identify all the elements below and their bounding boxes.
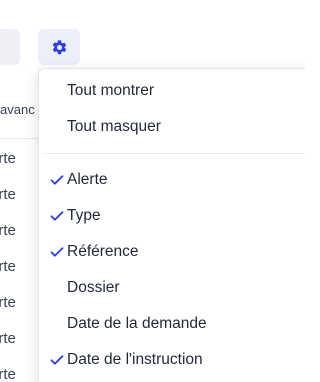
column-toggle-reference[interactable]: Référence: [39, 234, 305, 270]
menu-item-label: Dossier: [67, 279, 120, 296]
check-icon: [49, 208, 65, 224]
filter-input[interactable]: [0, 29, 20, 65]
show-all-item[interactable]: Tout montrer: [39, 73, 305, 109]
gear-icon: [51, 39, 68, 56]
table-header-cell: avanc: [0, 102, 35, 117]
table-cell: erte: [0, 150, 16, 167]
column-settings-button[interactable]: [38, 29, 80, 65]
check-icon: [49, 352, 65, 368]
table-cell: erte: [0, 222, 16, 239]
column-toggle-type[interactable]: Type: [39, 198, 305, 234]
menu-item-label: Type: [67, 207, 101, 224]
menu-item-label: Date de l'instruction: [67, 351, 203, 368]
hide-all-item[interactable]: Tout masquer: [39, 109, 305, 145]
menu-item-label: Référence: [67, 243, 139, 260]
table-cell: erte: [0, 294, 16, 311]
menu-divider: [44, 153, 305, 154]
check-icon: [49, 244, 65, 260]
page: avanc erte erte erte erte erte erte erte…: [0, 0, 305, 382]
table-cell: erte: [0, 258, 16, 275]
table-cell: erte: [0, 366, 16, 382]
column-toggle-alerte[interactable]: Alerte: [39, 162, 305, 198]
menu-item-label: Date de la demande: [67, 315, 207, 332]
table-header-divider: [0, 138, 40, 139]
table-cell: erte: [0, 186, 16, 203]
column-visibility-menu: Tout montrer Tout masquer Alerte Type Ré…: [38, 68, 305, 382]
table-cell: erte: [0, 330, 16, 347]
menu-item-label: Alerte: [67, 171, 108, 188]
column-toggle-dossier[interactable]: Dossier: [39, 270, 305, 306]
menu-item-label: Tout montrer: [67, 82, 155, 99]
column-toggle-date-demande[interactable]: Date de la demande: [39, 306, 305, 342]
menu-item-label: Tout masquer: [67, 118, 161, 135]
column-toggle-date-instruction[interactable]: Date de l'instruction: [39, 342, 305, 378]
check-icon: [49, 172, 65, 188]
